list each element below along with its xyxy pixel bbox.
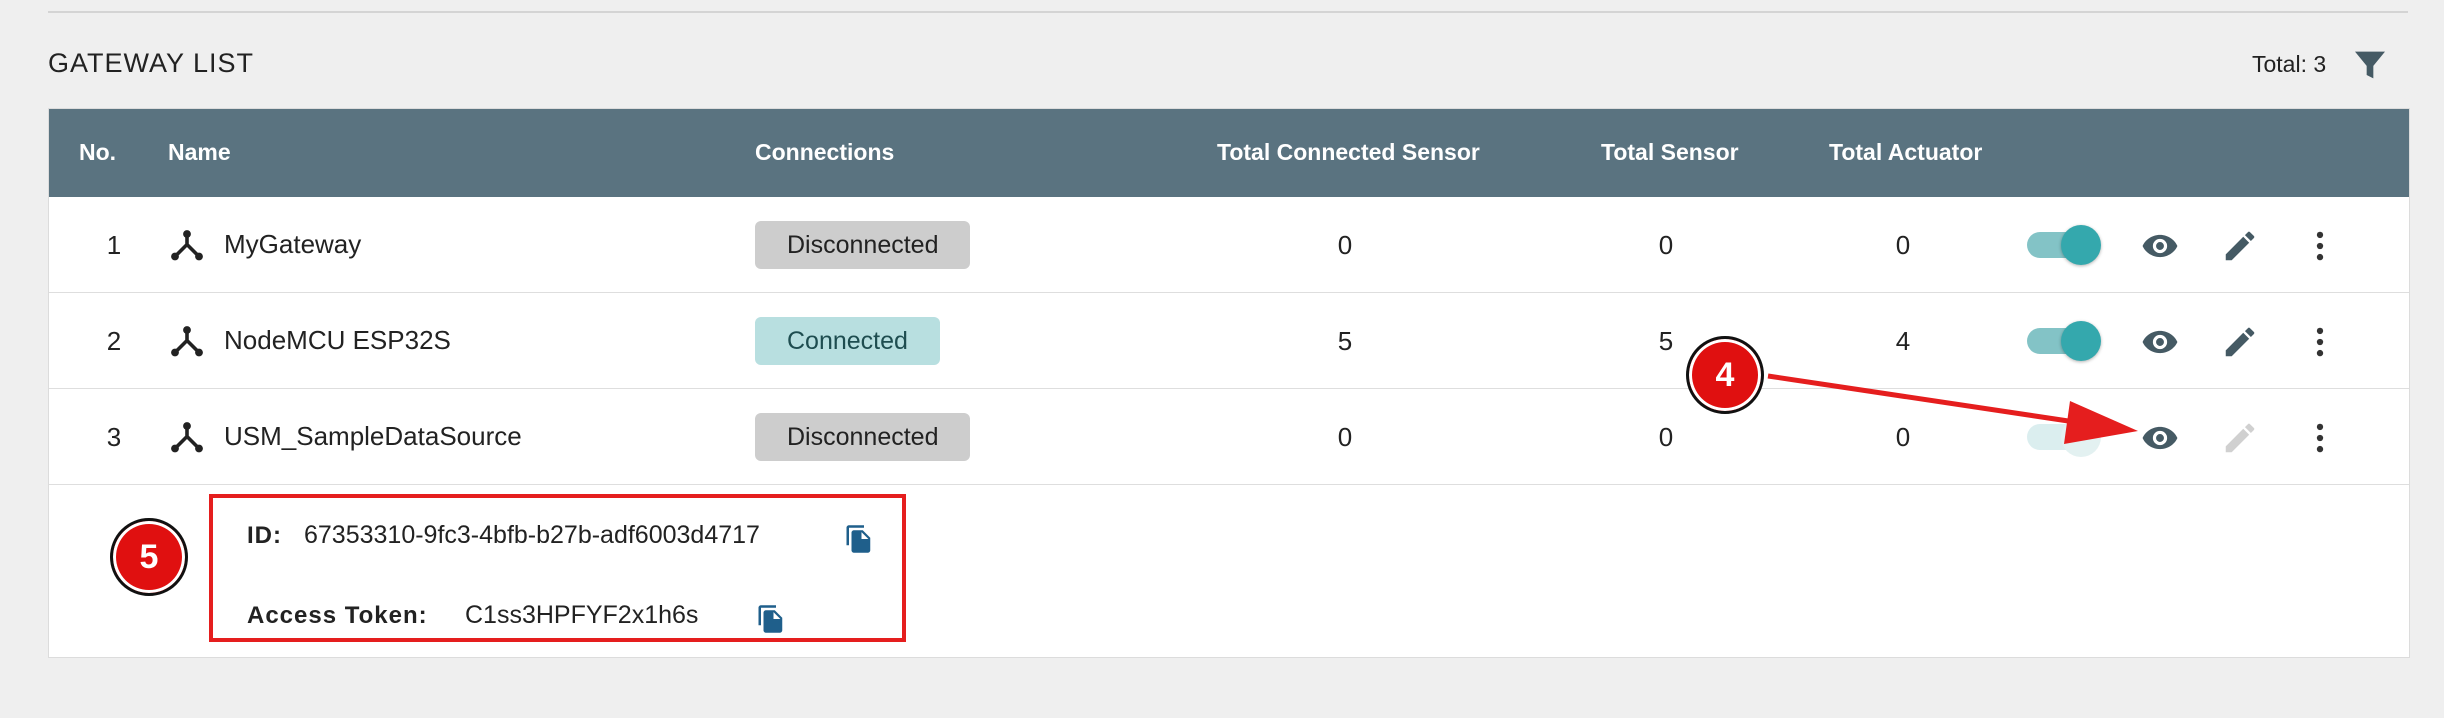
gateway-name[interactable]: NodeMCU ESP32S bbox=[224, 325, 451, 356]
column-total-connected-sensor: Total Connected Sensor bbox=[1217, 139, 1480, 165]
connection-status-badge: Disconnected bbox=[755, 221, 971, 269]
column-connections: Connections bbox=[755, 139, 895, 165]
highlight-box bbox=[209, 494, 906, 642]
total-sensor-value: 0 bbox=[1658, 422, 1674, 452]
gateway-name[interactable]: MyGateway bbox=[224, 229, 361, 260]
table-row: 2 NodeMCU ESP32S Connected 5 5 4 bbox=[49, 293, 2409, 389]
total-count: Total: 3 bbox=[2252, 51, 2327, 77]
connection-status-badge: Disconnected bbox=[755, 413, 971, 461]
filter-icon[interactable] bbox=[2350, 45, 2390, 85]
column-total-sensor: Total Sensor bbox=[1601, 139, 1739, 165]
total-actuator-value: 4 bbox=[1895, 326, 1911, 356]
column-no: No. bbox=[79, 139, 117, 165]
total-sensor-value: 0 bbox=[1658, 230, 1674, 260]
table-header: No. Name Connections Total Connected Sen… bbox=[49, 109, 2409, 197]
pencil-icon[interactable] bbox=[2221, 227, 2259, 265]
gateway-icon bbox=[171, 422, 203, 453]
more-vertical-icon[interactable] bbox=[2301, 227, 2339, 265]
page-title: GATEWAY LIST bbox=[48, 48, 255, 78]
connection-status-badge: Connected bbox=[755, 317, 940, 365]
more-vertical-icon[interactable] bbox=[2301, 419, 2339, 457]
column-total-actuator: Total Actuator bbox=[1829, 139, 1983, 165]
enable-toggle[interactable] bbox=[2027, 319, 2103, 363]
step-marker-5: 5 bbox=[110, 518, 188, 596]
pencil-icon[interactable] bbox=[2221, 323, 2259, 361]
eye-icon[interactable] bbox=[2141, 227, 2179, 265]
gateway-icon bbox=[171, 326, 203, 357]
enable-toggle[interactable] bbox=[2027, 223, 2103, 267]
row-number: 2 bbox=[106, 326, 122, 356]
table-row: 1 MyGateway Disconnected 0 0 0 bbox=[49, 197, 2409, 293]
more-vertical-icon[interactable] bbox=[2301, 323, 2339, 361]
gateway-icon bbox=[171, 230, 203, 261]
step-marker-4: 4 bbox=[1686, 336, 1764, 414]
row-number: 1 bbox=[106, 230, 122, 260]
enable-toggle[interactable] bbox=[2027, 415, 2103, 459]
row-number: 3 bbox=[106, 422, 122, 452]
gateway-name[interactable]: USM_SampleDataSource bbox=[224, 421, 522, 452]
total-actuator-value: 0 bbox=[1895, 230, 1911, 260]
eye-icon[interactable] bbox=[2141, 323, 2179, 361]
total-connected-sensor-value: 0 bbox=[1337, 230, 1353, 260]
top-divider bbox=[48, 11, 2408, 13]
eye-icon[interactable] bbox=[2141, 419, 2179, 457]
pencil-icon bbox=[2225, 423, 2255, 453]
table-row: 3 USM_SampleDataSource Disconnected 0 0 … bbox=[49, 389, 2409, 485]
column-name: Name bbox=[168, 139, 231, 165]
total-actuator-value: 0 bbox=[1895, 422, 1911, 452]
total-connected-sensor-value: 5 bbox=[1337, 326, 1353, 356]
total-connected-sensor-value: 0 bbox=[1337, 422, 1353, 452]
